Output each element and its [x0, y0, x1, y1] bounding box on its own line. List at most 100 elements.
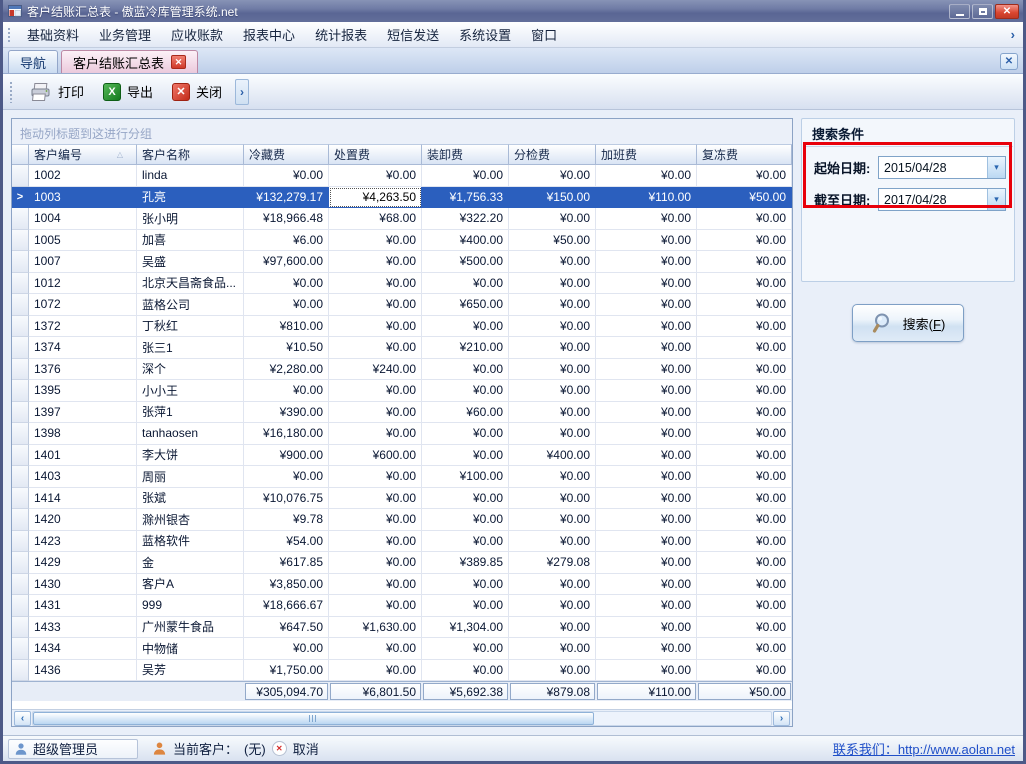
end-date-dropdown-icon[interactable]: ▾	[987, 189, 1005, 210]
row-indicator[interactable]	[12, 509, 29, 531]
table-row[interactable]: 1434中物储¥0.00¥0.00¥0.00¥0.00¥0.00¥0.00	[12, 638, 792, 660]
grid-cell[interactable]: ¥0.00	[422, 638, 509, 660]
grid-cell[interactable]: 1431	[29, 595, 137, 617]
grid-cell[interactable]: ¥0.00	[509, 488, 596, 510]
grid-cell[interactable]: ¥0.00	[329, 595, 422, 617]
grid-cell[interactable]: ¥0.00	[509, 273, 596, 295]
group-by-panel[interactable]: 拖动列标题到这进行分组	[12, 119, 792, 144]
grid-cell[interactable]: ¥0.00	[596, 359, 697, 381]
row-indicator[interactable]	[12, 294, 29, 316]
table-row[interactable]: 1012北京天昌斋食品...¥0.00¥0.00¥0.00¥0.00¥0.00¥…	[12, 273, 792, 295]
grid-cell[interactable]: ¥0.00	[596, 617, 697, 639]
grid-cell[interactable]: ¥60.00	[422, 402, 509, 424]
grid-cell[interactable]: ¥0.00	[697, 165, 792, 187]
grid-cell[interactable]: ¥50.00	[509, 230, 596, 252]
cancel-label[interactable]: 取消	[293, 739, 319, 758]
grid-cell[interactable]: ¥0.00	[329, 251, 422, 273]
tab-customer-settlement-summary[interactable]: 客户结账汇总表 ✕	[61, 50, 198, 73]
column-header[interactable]: 客户编号△	[29, 144, 137, 165]
table-row[interactable]: 1376深个¥2,280.00¥240.00¥0.00¥0.00¥0.00¥0.…	[12, 359, 792, 381]
grid-cell[interactable]: ¥0.00	[329, 509, 422, 531]
grid-cell[interactable]: ¥0.00	[509, 423, 596, 445]
grid-cell[interactable]: ¥210.00	[422, 337, 509, 359]
grid-cell[interactable]: ¥0.00	[697, 660, 792, 682]
grid-cell[interactable]: ¥0.00	[422, 316, 509, 338]
toolbar-overflow-chevron-icon[interactable]: ›	[235, 79, 249, 105]
grid-cell[interactable]: ¥0.00	[596, 574, 697, 596]
menu-item[interactable]: 业务管理	[89, 21, 161, 48]
grid-cell[interactable]: ¥0.00	[596, 660, 697, 682]
column-header[interactable]: 客户名称	[137, 144, 244, 165]
table-row[interactable]: 1004张小明¥18,966.48¥68.00¥322.20¥0.00¥0.00…	[12, 208, 792, 230]
grid-cell[interactable]: 张斌	[137, 488, 244, 510]
row-indicator[interactable]	[12, 208, 29, 230]
table-row[interactable]: 1414张斌¥10,076.75¥0.00¥0.00¥0.00¥0.00¥0.0…	[12, 488, 792, 510]
grid-cell[interactable]: ¥0.00	[509, 337, 596, 359]
column-header[interactable]: 分检费	[509, 144, 596, 165]
grid-cell[interactable]: 1434	[29, 638, 137, 660]
row-indicator[interactable]	[12, 337, 29, 359]
grid-cell[interactable]: ¥650.00	[422, 294, 509, 316]
grid-cell[interactable]: ¥647.50	[244, 617, 329, 639]
grid-cell[interactable]: ¥0.00	[697, 509, 792, 531]
column-header[interactable]: 加班费	[596, 144, 697, 165]
maximize-button[interactable]	[972, 4, 993, 19]
row-indicator[interactable]	[12, 165, 29, 187]
grid-cell[interactable]: ¥0.00	[329, 638, 422, 660]
grid-cell[interactable]: 1012	[29, 273, 137, 295]
end-date-picker[interactable]: 2017/04/28 ▾	[878, 188, 1006, 211]
grid-cell[interactable]: 1003	[29, 187, 137, 209]
grid-cell[interactable]: ¥1,304.00	[422, 617, 509, 639]
grid-cell[interactable]: ¥0.00	[596, 531, 697, 553]
grid-cell[interactable]: ¥0.00	[697, 466, 792, 488]
grid-cell[interactable]: ¥0.00	[509, 402, 596, 424]
grid-cell[interactable]: ¥0.00	[596, 165, 697, 187]
table-row[interactable]: 1002linda¥0.00¥0.00¥0.00¥0.00¥0.00¥0.00	[12, 165, 792, 187]
table-row[interactable]: 1401李大饼¥900.00¥600.00¥0.00¥400.00¥0.00¥0…	[12, 445, 792, 467]
grid-cell[interactable]: ¥0.00	[596, 488, 697, 510]
grid-cell[interactable]: 1376	[29, 359, 137, 381]
grid-cell[interactable]: ¥0.00	[422, 423, 509, 445]
grid-cell[interactable]: ¥10,076.75	[244, 488, 329, 510]
grid-cell[interactable]: ¥0.00	[697, 617, 792, 639]
table-row[interactable]: 1420滁州银杏¥9.78¥0.00¥0.00¥0.00¥0.00¥0.00	[12, 509, 792, 531]
table-row[interactable]: 1429金¥617.85¥0.00¥389.85¥279.08¥0.00¥0.0…	[12, 552, 792, 574]
close-window-button[interactable]: ✕	[995, 4, 1019, 19]
start-date-picker[interactable]: 2015/04/28 ▾	[878, 156, 1006, 179]
grid-cell[interactable]: 李大饼	[137, 445, 244, 467]
grid-cell[interactable]: ¥4,263.50	[329, 187, 422, 209]
grid-cell[interactable]: ¥0.00	[422, 574, 509, 596]
selected-row-indicator[interactable]: >	[12, 187, 29, 209]
table-row[interactable]: 1431999¥18,666.67¥0.00¥0.00¥0.00¥0.00¥0.…	[12, 595, 792, 617]
menu-item[interactable]: 短信发送	[377, 21, 449, 48]
grid-cell[interactable]: ¥0.00	[509, 509, 596, 531]
grid-cell[interactable]: ¥0.00	[697, 251, 792, 273]
grid-cell[interactable]: ¥390.00	[244, 402, 329, 424]
grid-cell[interactable]: 广州蒙牛食品	[137, 617, 244, 639]
grid-cell[interactable]: ¥0.00	[509, 380, 596, 402]
grid-cell[interactable]: tanhaosen	[137, 423, 244, 445]
grid-cell[interactable]: ¥97,600.00	[244, 251, 329, 273]
grid-cell[interactable]: 蓝格公司	[137, 294, 244, 316]
horizontal-scrollbar[interactable]: ‹ ›	[12, 709, 792, 726]
search-button[interactable]: 搜索(F)	[852, 304, 964, 342]
grid-cell[interactable]: 丁秋红	[137, 316, 244, 338]
grid-cell[interactable]: ¥1,750.00	[244, 660, 329, 682]
grid-cell[interactable]: ¥0.00	[422, 531, 509, 553]
grid-cell[interactable]: 吴芳	[137, 660, 244, 682]
grid-cell[interactable]: ¥0.00	[329, 273, 422, 295]
grid-cell[interactable]: ¥0.00	[596, 251, 697, 273]
grid-cell[interactable]: 1430	[29, 574, 137, 596]
grid-cell[interactable]: 1004	[29, 208, 137, 230]
table-row[interactable]: 1403周丽¥0.00¥0.00¥100.00¥0.00¥0.00¥0.00	[12, 466, 792, 488]
grid-cell[interactable]: ¥0.00	[329, 660, 422, 682]
grid-cell[interactable]: ¥0.00	[422, 488, 509, 510]
menu-item[interactable]: 窗口	[521, 21, 567, 48]
grid-cell[interactable]: 小小王	[137, 380, 244, 402]
grid-cell[interactable]: ¥0.00	[509, 359, 596, 381]
grid-cell[interactable]: ¥0.00	[509, 574, 596, 596]
grid-cell[interactable]: ¥0.00	[329, 380, 422, 402]
grid-cell[interactable]: 1420	[29, 509, 137, 531]
grid-cell[interactable]: ¥0.00	[509, 208, 596, 230]
grid-cell[interactable]: 1007	[29, 251, 137, 273]
